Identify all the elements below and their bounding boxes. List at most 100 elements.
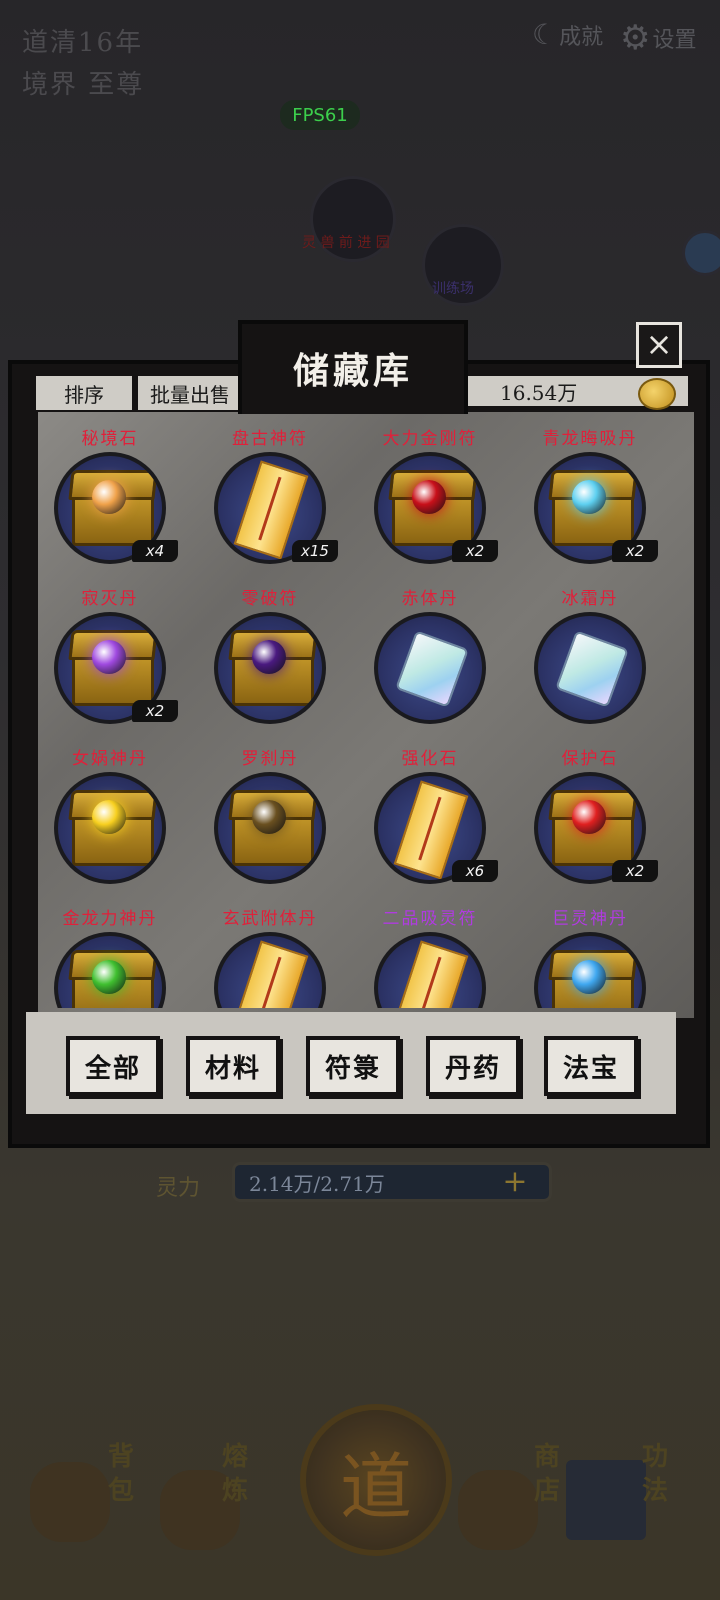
item-slot[interactable]: 强化石 x6: [360, 744, 500, 904]
tab-materials[interactable]: 材料: [186, 1036, 280, 1096]
orb-icon: [92, 480, 126, 514]
item-name: 大力金刚符: [382, 429, 478, 449]
realm-text: 境界 至尊: [22, 70, 145, 100]
item-quantity: x2: [452, 540, 498, 562]
item-slot[interactable]: 玄武附体丹: [200, 904, 340, 1008]
fps-counter: FPS61: [280, 100, 360, 130]
gear-icon: ⚙: [620, 18, 651, 58]
item-quantity: x2: [612, 540, 658, 562]
training-node-label: 训练场: [432, 281, 474, 297]
item-icon: [214, 772, 326, 884]
item-icon: [534, 932, 646, 1008]
item-slot[interactable]: 巨灵神丹: [520, 904, 660, 1008]
item-slot[interactable]: 女娲神丹: [40, 744, 180, 904]
title-box: 储藏库: [238, 320, 468, 414]
item-name: 罗刹丹: [241, 749, 299, 769]
bag-label[interactable]: 背包: [108, 1440, 134, 1560]
achievement-button[interactable]: ☾ 成就: [532, 18, 603, 51]
item-slot[interactable]: 赤体丹: [360, 584, 500, 744]
item-icon: [214, 932, 326, 1008]
item-icon: [534, 612, 646, 724]
item-quantity: x15: [292, 540, 338, 562]
currency-amount: 16.54万: [500, 380, 578, 405]
item-name: 二品吸灵符: [382, 909, 478, 929]
orb-icon: [412, 480, 446, 514]
item-quantity: x6: [452, 860, 498, 882]
achievement-label: 成就: [559, 24, 604, 50]
close-icon[interactable]: ×: [636, 322, 682, 368]
orb-icon: [572, 960, 606, 994]
item-name: 金龙力神丹: [62, 909, 158, 929]
item-slot[interactable]: 秘境石 x4: [40, 424, 180, 584]
orb-icon: [252, 640, 286, 674]
item-name: 女娲神丹: [72, 749, 148, 769]
moon-icon: ☾: [532, 18, 558, 51]
item-icon: [374, 932, 486, 1008]
bulk-sell-button[interactable]: 批量出售: [136, 374, 244, 412]
map-node-label: 灵 兽 前 进 园: [302, 235, 390, 251]
crystal-icon: [555, 630, 629, 708]
item-quantity: x2: [612, 860, 658, 882]
item-name: 零破符: [241, 589, 299, 609]
talisman-script: [258, 956, 282, 1008]
item-icon: [54, 932, 166, 1008]
talisman-script: [418, 796, 442, 861]
item-slot[interactable]: 保护石 x2: [520, 744, 660, 904]
item-slot[interactable]: 二品吸灵符: [360, 904, 500, 1008]
item-icon: [214, 612, 326, 724]
item-slot[interactable]: 青龙晦吸丹 x2: [520, 424, 660, 584]
item-slot[interactable]: 罗刹丹: [200, 744, 340, 904]
orb-icon: [92, 800, 126, 834]
item-slot[interactable]: 盘古神符 x15: [200, 424, 340, 584]
item-name: 盘古神符: [232, 429, 308, 449]
tab-talismans[interactable]: 符箓: [306, 1036, 400, 1096]
item-icon: [54, 772, 166, 884]
refine-label[interactable]: 熔炼: [222, 1440, 248, 1560]
item-slot[interactable]: 寂灭丹 x2: [40, 584, 180, 744]
item-name: 寂灭丹: [81, 589, 139, 609]
bag-icon[interactable]: [30, 1462, 110, 1542]
orb-icon: [572, 480, 606, 514]
item-name: 秘境石: [81, 429, 139, 449]
item-name: 赤体丹: [401, 589, 459, 609]
item-name: 巨灵神丹: [552, 909, 628, 929]
spirit-bar: 2.14万/2.71万 +: [232, 1162, 552, 1202]
orb-icon: [252, 800, 286, 834]
storage-title: 储藏库: [292, 350, 413, 392]
spirit-label: 灵力: [156, 1176, 201, 1201]
item-name: 冰霜丹: [561, 589, 619, 609]
crystal-icon: [395, 630, 469, 708]
tab-all[interactable]: 全部: [66, 1036, 160, 1096]
orb-icon: [92, 640, 126, 674]
shop-label[interactable]: 商店: [534, 1440, 560, 1560]
tab-treasures[interactable]: 法宝: [544, 1036, 638, 1096]
year-text: 道清16年: [22, 28, 144, 58]
talisman-script: [258, 476, 282, 541]
orb-icon: [92, 960, 126, 994]
settings-button[interactable]: ⚙ 设置: [620, 18, 697, 58]
item-slot[interactable]: 冰霜丹: [520, 584, 660, 744]
shop-icon[interactable]: [458, 1470, 538, 1550]
talisman-icon: [233, 940, 309, 1008]
coin-icon: [638, 378, 676, 410]
item-slot[interactable]: 金龙力神丹: [40, 904, 180, 1008]
sort-button[interactable]: 排序: [34, 374, 134, 412]
side-badge[interactable]: [682, 230, 720, 276]
skills-label[interactable]: 功法: [642, 1440, 668, 1560]
book-icon[interactable]: [566, 1460, 646, 1540]
spirit-value: 2.14万/2.71万: [249, 1171, 385, 1196]
settings-label: 设置: [652, 28, 697, 53]
talisman-icon: [393, 940, 469, 1008]
spirit-plus-button[interactable]: +: [485, 1167, 545, 1197]
item-icon: [374, 612, 486, 724]
item-slot[interactable]: 大力金刚符 x2: [360, 424, 500, 584]
item-name: 玄武附体丹: [222, 909, 318, 929]
item-slot[interactable]: 零破符: [200, 584, 340, 744]
orb-icon: [572, 800, 606, 834]
item-name: 保护石: [561, 749, 619, 769]
item-name: 青龙晦吸丹: [542, 429, 638, 449]
item-quantity: x2: [132, 700, 178, 722]
currency-display: 16.54万: [460, 374, 690, 410]
tab-pills[interactable]: 丹药: [426, 1036, 520, 1096]
dao-button[interactable]: 道: [300, 1404, 452, 1556]
